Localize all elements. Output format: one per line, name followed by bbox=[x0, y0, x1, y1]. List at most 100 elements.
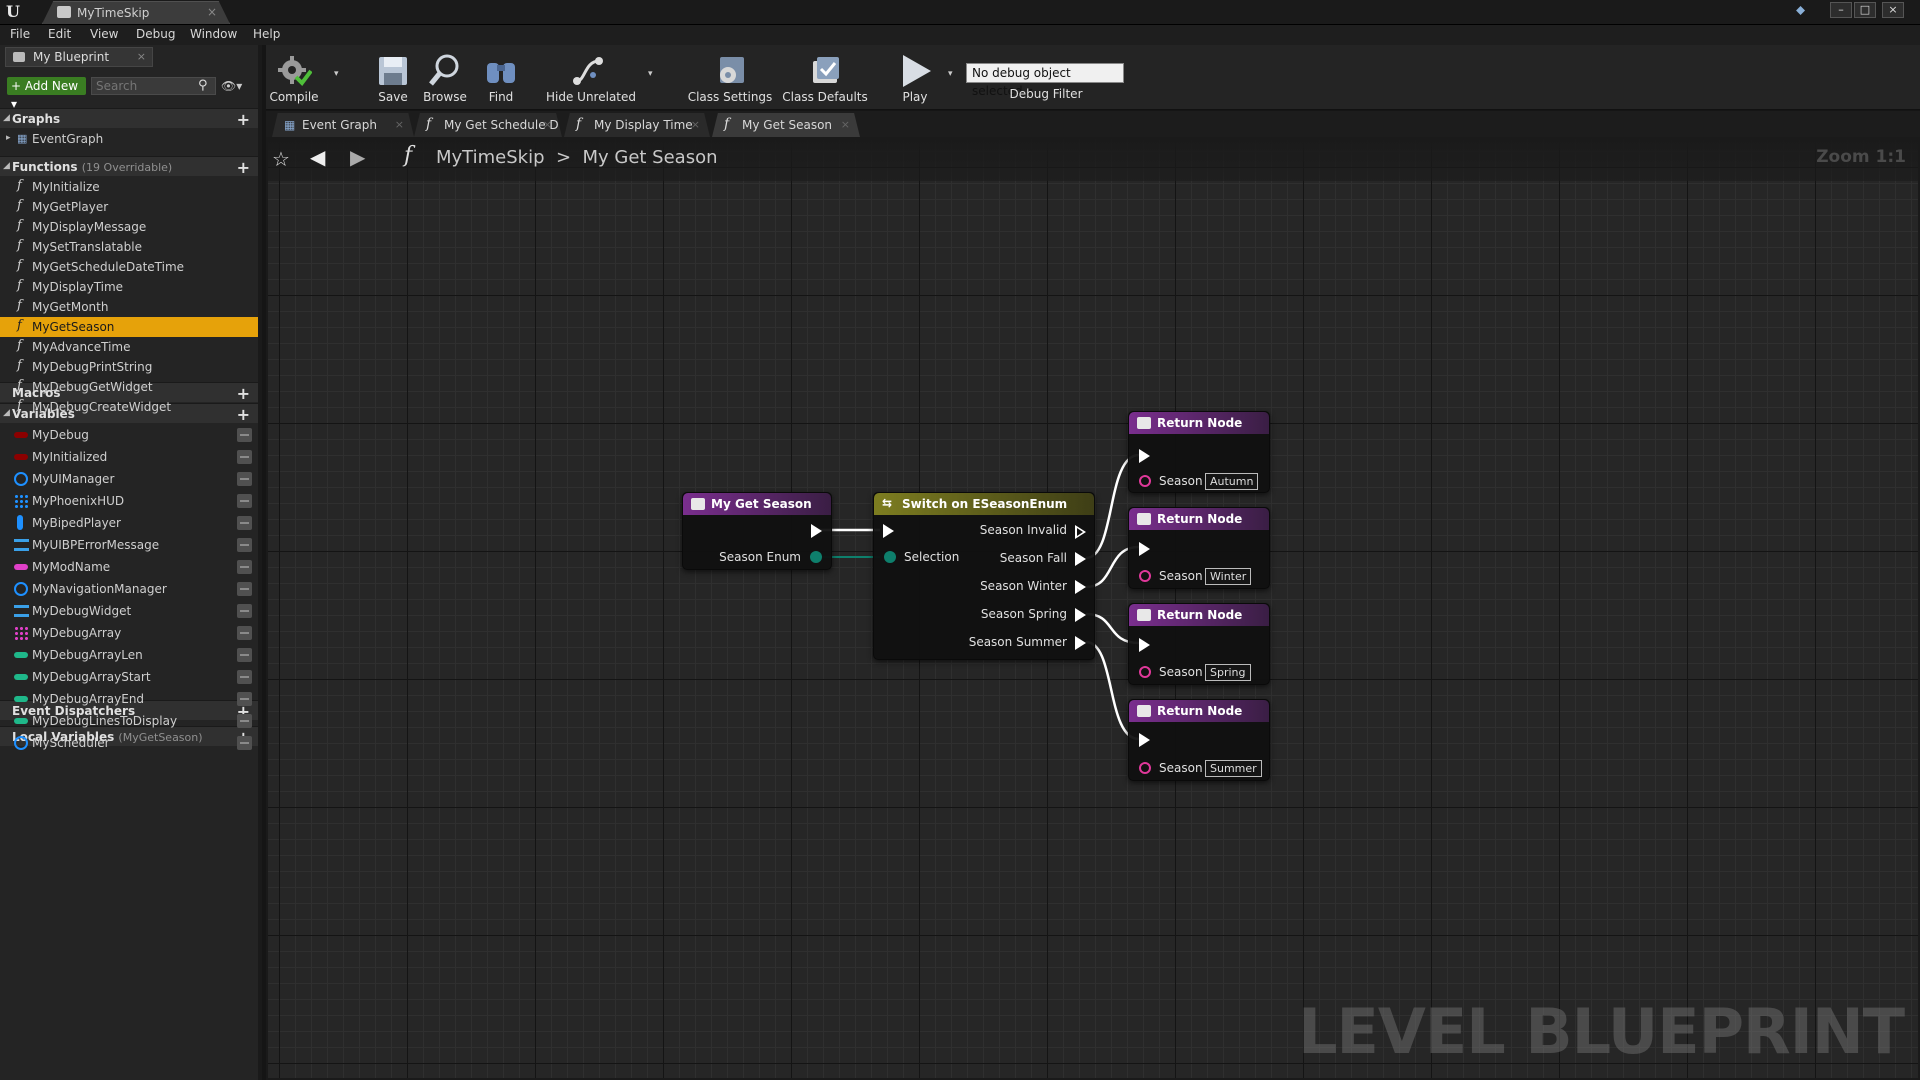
graphs-section-header[interactable]: ◢ Graphs + bbox=[0, 108, 258, 129]
variable-item-mynavigationmanager[interactable]: MyNavigationManager bbox=[0, 579, 258, 599]
document-tab[interactable]: MyTimeSkip × bbox=[42, 1, 230, 24]
season-summer-exec-pin[interactable] bbox=[1075, 636, 1086, 650]
compile-button[interactable]: Compile bbox=[266, 45, 322, 110]
close-window-button[interactable]: × bbox=[1882, 2, 1904, 18]
visibility-toggle-icon[interactable] bbox=[237, 604, 252, 618]
function-item-mydisplaytime[interactable]: f MyDisplayTime bbox=[0, 277, 258, 297]
visibility-toggle-icon[interactable] bbox=[237, 516, 252, 530]
tab-my-get-schedule[interactable]: f My Get Schedule D × bbox=[414, 113, 562, 137]
close-tab-icon[interactable]: × bbox=[137, 50, 146, 63]
graph-item-eventgraph[interactable]: ▸ ▦ EventGraph bbox=[0, 129, 258, 149]
close-tab-icon[interactable]: × bbox=[207, 5, 217, 19]
search-icon[interactable]: ⚲ bbox=[198, 78, 214, 94]
close-tab-icon[interactable]: × bbox=[841, 118, 850, 131]
hide-unrelated-button[interactable]: Hide Unrelated bbox=[546, 45, 636, 110]
visibility-toggle-icon[interactable] bbox=[237, 582, 252, 596]
add-graph-icon[interactable]: + bbox=[237, 110, 250, 129]
season-value-select[interactable]: Winter bbox=[1205, 568, 1252, 585]
exec-in-pin[interactable] bbox=[1139, 542, 1150, 556]
function-item-mydebugcreatewidget[interactable]: f MyDebugCreateWidget bbox=[0, 397, 258, 417]
notification-icon[interactable]: ⬥ bbox=[1796, 4, 1814, 18]
variable-item-mydebugwidget[interactable]: MyDebugWidget bbox=[0, 601, 258, 621]
functions-section-header[interactable]: ◢ Functions (19 Overridable) + bbox=[0, 156, 258, 177]
class-defaults-button[interactable]: Class Defaults bbox=[780, 45, 870, 110]
visibility-toggle-icon[interactable] bbox=[237, 560, 252, 574]
exec-in-pin[interactable] bbox=[1139, 449, 1150, 463]
exec-in-pin[interactable] bbox=[1139, 638, 1150, 652]
add-new-button[interactable]: + Add New ▾ bbox=[7, 77, 86, 111]
variable-item-myuibperrormessage[interactable]: MyUIBPErrorMessage bbox=[0, 535, 258, 555]
visibility-toggle-icon[interactable] bbox=[237, 494, 252, 508]
tab-my-display-time[interactable]: f My Display Time × bbox=[564, 113, 710, 137]
variable-item-mydebugarraystart[interactable]: MyDebugArrayStart bbox=[0, 667, 258, 687]
visibility-toggle-icon[interactable] bbox=[237, 714, 252, 728]
exec-in-pin[interactable] bbox=[883, 524, 894, 538]
variable-item-myuimanager[interactable]: MyUIManager bbox=[0, 469, 258, 489]
save-button[interactable]: Save bbox=[370, 45, 416, 110]
visibility-toggle-icon[interactable] bbox=[237, 648, 252, 662]
hide-unrelated-dropdown-icon[interactable]: ▾ bbox=[648, 69, 653, 79]
close-tab-icon[interactable]: × bbox=[691, 118, 700, 131]
variable-item-myscheduler[interactable]: MyScheduler bbox=[0, 733, 258, 753]
variable-item-mydebuglinestodisplay[interactable]: MyDebugLinesToDisplay bbox=[0, 711, 258, 731]
visibility-toggle-icon[interactable] bbox=[237, 692, 252, 706]
function-item-mygetseason[interactable]: f MyGetSeason bbox=[0, 317, 258, 337]
function-item-mydebuggetwidget[interactable]: f MyDebugGetWidget bbox=[0, 377, 258, 397]
function-item-mysettranslatable[interactable]: f MySetTranslatable bbox=[0, 237, 258, 257]
exec-out-pin[interactable] bbox=[811, 524, 822, 538]
variable-item-mydebug[interactable]: MyDebug bbox=[0, 425, 258, 445]
function-entry-node[interactable]: My Get Season Season Enum bbox=[682, 492, 832, 570]
browse-button[interactable]: Browse bbox=[418, 45, 472, 110]
play-button[interactable]: Play bbox=[892, 45, 938, 110]
menu-file[interactable]: File bbox=[10, 27, 30, 41]
season-fall-exec-pin[interactable] bbox=[1075, 552, 1086, 566]
return-node-autumn[interactable]: Return Node Season Autumn bbox=[1128, 411, 1270, 493]
season-return-pin[interactable] bbox=[1139, 475, 1151, 487]
variable-item-mybipedplayer[interactable]: MyBipedPlayer bbox=[0, 513, 258, 533]
variable-item-mydebugarrayend[interactable]: MyDebugArrayEnd bbox=[0, 689, 258, 709]
class-settings-button[interactable]: Class Settings bbox=[686, 45, 774, 110]
season-value-select[interactable]: Autumn bbox=[1205, 473, 1259, 490]
return-node-winter[interactable]: Return Node Season Winter bbox=[1128, 507, 1270, 589]
selection-pin[interactable] bbox=[884, 551, 896, 563]
my-blueprint-tab[interactable]: My Blueprint × bbox=[5, 47, 153, 67]
close-tab-icon[interactable]: × bbox=[395, 118, 404, 131]
collapse-arrow-icon[interactable]: ◢ bbox=[3, 161, 10, 171]
season-return-pin[interactable] bbox=[1139, 666, 1151, 678]
function-item-mygetmonth[interactable]: f MyGetMonth bbox=[0, 297, 258, 317]
blueprint-graph-canvas[interactable]: ☆ ◀ ▶ f MyTimeSkip > My Get Season Zoom … bbox=[266, 137, 1920, 1080]
find-button[interactable]: Find bbox=[478, 45, 524, 110]
return-node-summer[interactable]: Return Node Season Summer bbox=[1128, 699, 1270, 781]
function-item-myinitialize[interactable]: f MyInitialize bbox=[0, 177, 258, 197]
season-invalid-exec-pin[interactable] bbox=[1075, 525, 1086, 539]
season-return-pin[interactable] bbox=[1139, 762, 1151, 774]
function-item-mygetscheduledatetime[interactable]: f MyGetScheduleDateTime bbox=[0, 257, 258, 277]
season-spring-exec-pin[interactable] bbox=[1075, 608, 1086, 622]
variable-item-mydebugarray[interactable]: MyDebugArray bbox=[0, 623, 258, 643]
season-value-select[interactable]: Summer bbox=[1205, 760, 1262, 777]
add-function-icon[interactable]: + bbox=[237, 158, 250, 177]
collapse-arrow-icon[interactable]: ◢ bbox=[3, 113, 10, 123]
return-node-spring[interactable]: Return Node Season Spring bbox=[1128, 603, 1270, 685]
menu-help[interactable]: Help bbox=[253, 27, 280, 41]
tab-event-graph[interactable]: ▦ Event Graph × bbox=[272, 113, 414, 137]
visibility-toggle-icon[interactable] bbox=[237, 736, 252, 750]
visibility-toggle-icon[interactable] bbox=[237, 626, 252, 640]
menu-view[interactable]: View bbox=[90, 27, 118, 41]
play-options-dropdown-icon[interactable]: ▾ bbox=[948, 69, 953, 79]
menu-edit[interactable]: Edit bbox=[48, 27, 71, 41]
season-enum-pin[interactable] bbox=[810, 551, 822, 563]
view-options-icon[interactable]: 👁▾ bbox=[221, 79, 242, 93]
menu-window[interactable]: Window bbox=[190, 27, 237, 41]
visibility-toggle-icon[interactable] bbox=[237, 428, 252, 442]
compile-options-dropdown-icon[interactable]: ▾ bbox=[334, 69, 339, 79]
menu-debug[interactable]: Debug bbox=[136, 27, 175, 41]
visibility-toggle-icon[interactable] bbox=[237, 450, 252, 464]
tab-my-get-season[interactable]: f My Get Season × bbox=[712, 113, 860, 137]
variable-item-mydebugarraylen[interactable]: MyDebugArrayLen bbox=[0, 645, 258, 665]
function-item-mydisplaymessage[interactable]: f MyDisplayMessage bbox=[0, 217, 258, 237]
season-winter-exec-pin[interactable] bbox=[1075, 580, 1086, 594]
function-item-mygetplayer[interactable]: f MyGetPlayer bbox=[0, 197, 258, 217]
season-return-pin[interactable] bbox=[1139, 570, 1151, 582]
debug-object-select[interactable]: No debug object selected ▾ bbox=[966, 63, 1124, 98]
